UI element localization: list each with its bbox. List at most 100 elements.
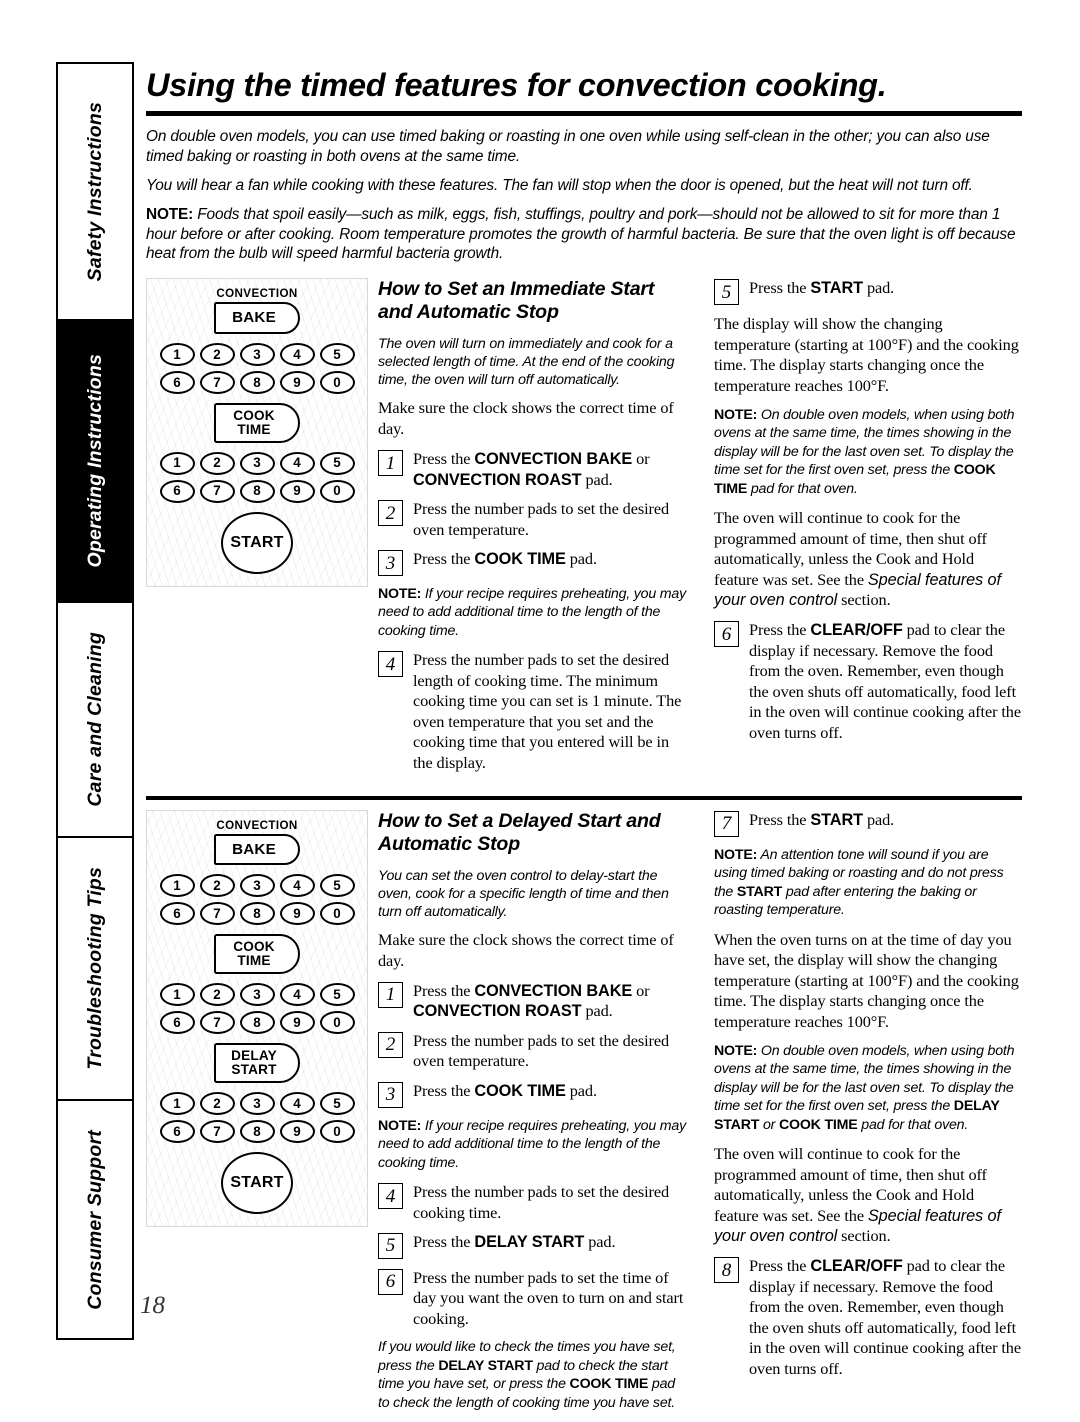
sidebar-tab-safety-instructions[interactable]: Safety Instructions <box>56 62 134 319</box>
key-8[interactable]: 8 <box>239 1011 275 1035</box>
step-text: Press the COOK TIME pad. <box>413 1081 686 1101</box>
key-0[interactable]: 0 <box>319 1011 355 1035</box>
key-0[interactable]: 0 <box>319 479 355 503</box>
key-0[interactable]: 0 <box>319 1119 355 1143</box>
key-7[interactable]: 7 <box>199 1011 235 1035</box>
sidebar-tab-consumer-support[interactable]: Consumer Support <box>56 1099 134 1340</box>
key-5[interactable]: 5 <box>319 451 355 475</box>
step-text-part: pad. <box>862 278 895 298</box>
convection-bake-button[interactable]: BAKE <box>214 302 300 334</box>
key-3[interactable]: 3 <box>239 983 275 1007</box>
convection-caption: CONVECTION <box>216 818 298 832</box>
start-button[interactable]: START <box>221 511 293 574</box>
start-button[interactable]: START <box>221 1151 293 1214</box>
section-1-continue-paragraph: The oven will continue to cook for the p… <box>714 508 1022 610</box>
key-1[interactable]: 1 <box>159 874 195 898</box>
key-0[interactable]: 0 <box>319 902 355 926</box>
note-label: NOTE: <box>378 1117 422 1134</box>
key-8[interactable]: 8 <box>239 370 275 394</box>
step-number: 1 <box>378 450 403 477</box>
key-4[interactable]: 4 <box>279 874 315 898</box>
step-text-part: Press the <box>413 549 475 568</box>
step-item: 2 Press the number pads to set the desir… <box>378 499 686 540</box>
step-text: Press the number pads to set the desired… <box>413 499 669 539</box>
section-tabs-sidebar: Safety Instructions Operating Instructio… <box>56 62 134 1340</box>
key-3[interactable]: 3 <box>239 1091 275 1115</box>
key-5[interactable]: 5 <box>319 983 355 1007</box>
key-5[interactable]: 5 <box>319 1091 355 1115</box>
key-2[interactable]: 2 <box>199 342 235 366</box>
key-9[interactable]: 9 <box>279 1011 315 1035</box>
key-2[interactable]: 2 <box>199 1091 235 1115</box>
sidebar-tab-troubleshooting-tips[interactable]: Troubleshooting Tips <box>56 836 134 1100</box>
key-0[interactable]: 0 <box>319 370 355 394</box>
keypad-2: 1 2 3 4 5 6 7 8 9 0 <box>153 451 361 503</box>
step-number: 1 <box>378 981 403 1008</box>
control-panel-1-column: CONVECTION BAKE 1 2 3 4 5 6 7 8 9 0 COOK… <box>146 278 378 587</box>
step-text-part: Press the <box>413 980 475 1000</box>
step-number: 4 <box>378 1183 403 1210</box>
section-2-intro: You can set the oven control to delay-st… <box>378 867 669 921</box>
sidebar-tab-care-and-cleaning[interactable]: Care and Cleaning <box>56 601 134 837</box>
key-8[interactable]: 8 <box>239 1119 275 1143</box>
sidebar-tab-label: Safety Instructions <box>83 101 106 282</box>
key-4[interactable]: 4 <box>279 451 315 475</box>
section-2-check-times: If you would like to check the times you… <box>378 1338 686 1412</box>
key-6[interactable]: 6 <box>159 370 195 394</box>
sidebar-tab-operating-instructions[interactable]: Operating Instructions <box>56 318 134 602</box>
key-2[interactable]: 2 <box>199 451 235 475</box>
intro-paragraph-1: On double oven models, you can use timed… <box>146 128 990 165</box>
key-8[interactable]: 8 <box>239 479 275 503</box>
key-6[interactable]: 6 <box>159 1119 195 1143</box>
intro-note: NOTE: Foods that spoil easily—such as mi… <box>146 205 1022 265</box>
key-6[interactable]: 6 <box>159 1011 195 1035</box>
step-text-part: Press the <box>749 809 811 829</box>
note-label: NOTE: <box>714 846 758 863</box>
key-9[interactable]: 9 <box>279 902 315 926</box>
key-8[interactable]: 8 <box>239 902 275 926</box>
section-divider-rule <box>146 795 1022 800</box>
key-1[interactable]: 1 <box>159 983 195 1007</box>
key-7[interactable]: 7 <box>199 370 235 394</box>
step-text: Press the number pads to set the desired… <box>413 650 682 772</box>
page-number: 18 <box>140 1292 165 1319</box>
key-3[interactable]: 3 <box>239 451 275 475</box>
key-2[interactable]: 2 <box>199 983 235 1007</box>
keypad-row-top: 1 2 3 4 5 <box>153 342 361 366</box>
key-7[interactable]: 7 <box>199 902 235 926</box>
keypad-3: 1 2 3 4 5 6 7 8 9 0 <box>153 1091 361 1143</box>
key-4[interactable]: 4 <box>279 342 315 366</box>
step-text: Press the number pads to set the desired… <box>413 1182 669 1222</box>
section-2-right-column: 7 Press the START pad. NOTE: An attentio… <box>700 810 1022 1422</box>
step-text: Press the START pad. <box>749 278 1022 298</box>
key-5[interactable]: 5 <box>319 342 355 366</box>
key-3[interactable]: 3 <box>239 874 275 898</box>
convection-bake-button[interactable]: BAKE <box>214 833 300 866</box>
key-5[interactable]: 5 <box>319 874 355 898</box>
cook-time-button[interactable]: COOK TIME <box>214 934 300 975</box>
key-4[interactable]: 4 <box>279 1091 315 1115</box>
key-9[interactable]: 9 <box>279 370 315 394</box>
cook-time-button[interactable]: COOK TIME <box>214 402 300 443</box>
key-1[interactable]: 1 <box>159 451 195 475</box>
key-7[interactable]: 7 <box>199 1119 235 1143</box>
key-1[interactable]: 1 <box>159 342 195 366</box>
note-body: If your recipe requires preheating, you … <box>378 586 686 639</box>
key-6[interactable]: 6 <box>159 902 195 926</box>
key-7[interactable]: 7 <box>199 479 235 503</box>
key-2[interactable]: 2 <box>199 874 235 898</box>
pad-name-cook-time: COOK TIME <box>474 1081 566 1100</box>
key-6[interactable]: 6 <box>159 479 195 503</box>
key-1[interactable]: 1 <box>159 1091 195 1115</box>
pad-name-delay-start: DELAY START <box>474 1232 585 1251</box>
control-panel-diagram-1: CONVECTION BAKE 1 2 3 4 5 6 7 8 9 0 COOK… <box>146 278 368 587</box>
key-9[interactable]: 9 <box>279 479 315 503</box>
delay-start-button[interactable]: DELAY START <box>214 1043 300 1083</box>
pad-name-convection-bake: CONVECTION BAKE <box>474 450 633 469</box>
step-item: 1 Press the CONVECTION BAKE or CONVECTIO… <box>378 449 686 490</box>
key-9[interactable]: 9 <box>279 1119 315 1143</box>
step-number: 5 <box>714 279 739 306</box>
key-4[interactable]: 4 <box>279 983 315 1007</box>
step-number: 7 <box>714 810 739 837</box>
key-3[interactable]: 3 <box>239 342 275 366</box>
